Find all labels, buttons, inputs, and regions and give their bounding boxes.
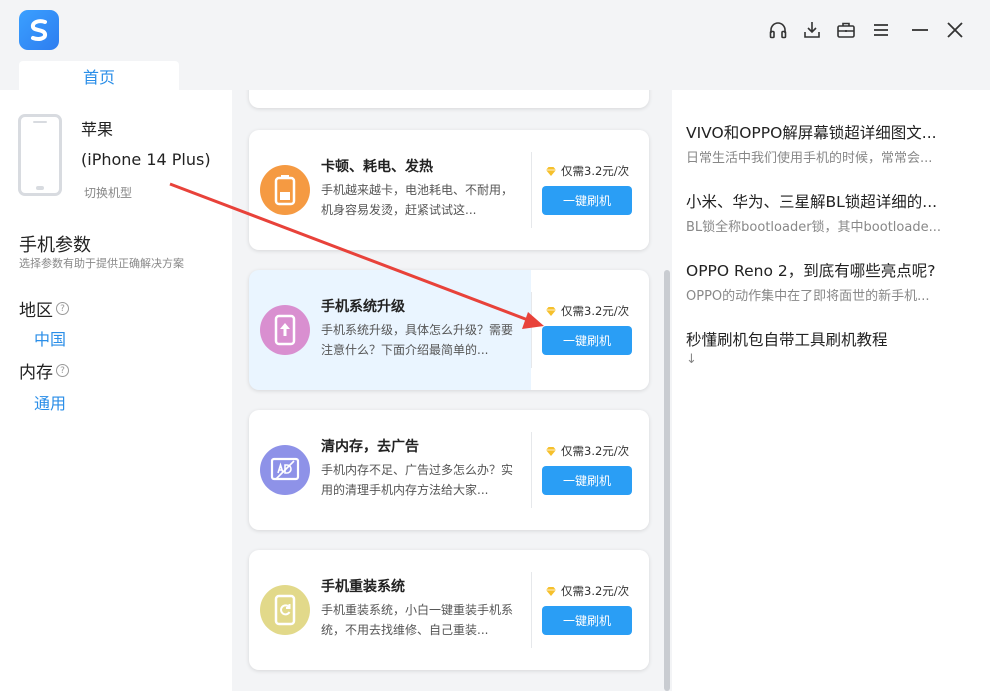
memory-value[interactable]: 通用 — [34, 390, 66, 414]
phone-upgrade-icon — [260, 305, 310, 355]
service-card[interactable]: 清内存，去广告 手机内存不足、广告过多怎么办？实用的清理手机内存方法给大家...… — [249, 410, 649, 530]
diamond-icon — [546, 166, 556, 176]
divider — [531, 432, 532, 508]
headphone-icon[interactable] — [766, 18, 790, 42]
params-subtitle: 选择参数有助于提供正确解决方案 — [19, 257, 184, 270]
one-click-flash-button[interactable]: 一键刷机 — [542, 186, 632, 215]
help-icon[interactable]: ? — [56, 302, 69, 315]
article-panel: VIVO和OPPO解屏幕锁超详细图文... 日常生活中我们使用手机的时候，常常会… — [672, 90, 990, 691]
diamond-icon — [546, 306, 556, 316]
one-click-flash-button[interactable]: 一键刷机 — [542, 466, 632, 495]
app-logo — [19, 10, 59, 50]
service-card[interactable]: 手机重装系统 手机重装系统，小白一键重装手机系统，不用去找维修、自己重装... … — [249, 550, 649, 670]
card-description: 手机内存不足、广告过多怎么办？实用的清理手机内存方法给大家... — [321, 463, 514, 497]
article-title[interactable]: VIVO和OPPO解屏幕锁超详细图文... — [686, 121, 937, 143]
card-description: 手机越来越卡，电池耗电、不耐用，机身容易发烫，赶紧试试这... — [321, 183, 514, 217]
reinstall-icon — [260, 585, 310, 635]
one-click-flash-button[interactable]: 一键刷机 — [542, 326, 632, 355]
service-card[interactable]: 卡顿、耗电、发热 手机越来越卡，电池耗电、不耐用，机身容易发烫，赶紧试试这...… — [249, 130, 649, 250]
phone-image — [18, 114, 62, 196]
article-summary: BL锁全称bootloader锁，其中bootloade... — [686, 220, 941, 235]
briefcase-icon[interactable] — [834, 18, 858, 42]
download-icon[interactable] — [800, 18, 824, 42]
divider — [531, 572, 532, 648]
price-label: 仅需3.2元/次 — [545, 163, 629, 179]
card-title: 清内存，去广告 — [321, 439, 419, 455]
region-value[interactable]: 中国 — [34, 326, 66, 350]
service-card-partial — [249, 90, 649, 108]
region-label-text: 地区 — [19, 301, 53, 321]
memory-label-text: 内存 — [19, 363, 53, 383]
article-title[interactable]: OPPO Reno 2，到底有哪些亮点呢? — [686, 259, 935, 281]
logo-s-icon — [30, 19, 48, 41]
one-click-flash-button[interactable]: 一键刷机 — [542, 606, 632, 635]
close-icon[interactable] — [943, 18, 967, 42]
price-label: 仅需3.2元/次 — [545, 443, 629, 459]
price-text: 仅需3.2元/次 — [561, 584, 630, 598]
minimize-icon[interactable] — [908, 18, 932, 42]
price-text: 仅需3.2元/次 — [561, 304, 630, 318]
article-summary: 日常生活中我们使用手机的时候，常常会... — [686, 151, 933, 166]
article-title[interactable]: 秒懂刷机包自带工具刷机教程 — [686, 328, 888, 350]
article-title[interactable]: 小米、华为、三星解BL锁超详细的... — [686, 190, 937, 212]
divider — [531, 292, 532, 368]
diamond-icon — [546, 446, 556, 456]
device-brand: 苹果 — [81, 120, 114, 139]
article-summary: ↓ — [686, 352, 697, 367]
params-title: 手机参数 — [19, 235, 91, 256]
tab-home[interactable]: 首页 — [19, 61, 179, 90]
price-text: 仅需3.2元/次 — [561, 164, 630, 178]
price-label: 仅需3.2元/次 — [545, 583, 629, 599]
help-icon[interactable]: ? — [56, 364, 69, 377]
device-model: (iPhone 14 Plus) — [81, 150, 211, 169]
battery-icon — [260, 165, 310, 215]
service-list: 卡顿、耗电、发热 手机越来越卡，电池耗电、不耐用，机身容易发烫，赶紧试试这...… — [232, 90, 672, 691]
card-title: 手机系统升级 — [321, 299, 405, 315]
ad-block-icon — [260, 445, 310, 495]
card-description: 手机系统升级，具体怎么升级？需要注意什么？下面介绍最简单的... — [321, 323, 514, 357]
service-card[interactable]: 手机系统升级 手机系统升级，具体怎么升级？需要注意什么？下面介绍最简单的... … — [249, 270, 649, 390]
price-label: 仅需3.2元/次 — [545, 303, 629, 319]
divider — [531, 152, 532, 228]
menu-icon[interactable] — [869, 18, 893, 42]
title-bar: 首页 — [0, 0, 990, 90]
scrollbar[interactable] — [664, 270, 670, 691]
price-text: 仅需3.2元/次 — [561, 444, 630, 458]
card-description: 手机重装系统，小白一键重装手机系统，不用去找维修、自己重装... — [321, 603, 514, 637]
diamond-icon — [546, 586, 556, 596]
switch-model-link[interactable]: 切换机型 — [84, 184, 132, 201]
memory-label: 内存 ? — [19, 358, 69, 383]
card-title: 手机重装系统 — [321, 579, 405, 595]
article-summary: OPPO的动作集中在了即将面世的新手机... — [686, 289, 930, 304]
left-panel: 苹果 (iPhone 14 Plus) 切换机型 手机参数 选择参数有助于提供正… — [0, 90, 232, 691]
card-title: 卡顿、耗电、发热 — [321, 159, 433, 175]
region-label: 地区 ? — [19, 296, 69, 321]
